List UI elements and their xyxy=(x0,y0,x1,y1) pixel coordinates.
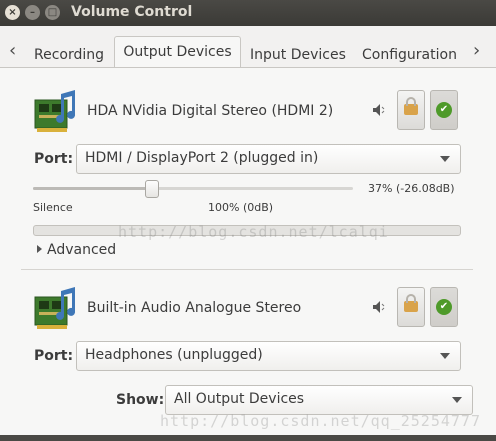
check-icon: ✔ xyxy=(436,102,452,118)
device-separator xyxy=(21,269,473,270)
speaker-icon xyxy=(373,104,385,116)
port-value: Headphones (unplugged) xyxy=(85,347,263,363)
chevron-down-icon xyxy=(440,156,450,162)
tab-input-devices[interactable]: Input Devices xyxy=(250,40,346,63)
silence-label: Silence xyxy=(33,201,73,214)
chevron-down-icon xyxy=(452,397,462,403)
check-icon: ✔ xyxy=(436,299,452,315)
expander-arrow-icon xyxy=(37,245,42,253)
window-maximize-button[interactable]: □ xyxy=(45,5,60,20)
port-value: HDMI / DisplayPort 2 (plugged in) xyxy=(85,150,319,166)
tab-configuration[interactable]: Configuration xyxy=(362,40,457,63)
volume-reference-label: 100% (0dB) xyxy=(208,201,274,214)
set-fallback-toggle[interactable]: ✔ xyxy=(430,90,458,130)
watermark: http://blog.csdn.net/qq_25254777 xyxy=(160,412,481,430)
lock-channels-toggle[interactable] xyxy=(397,287,425,327)
sound-card-icon xyxy=(34,90,76,132)
lock-icon xyxy=(404,97,418,115)
volume-slider-fill xyxy=(33,187,151,190)
device-name: HDA NVidia Digital Stereo (HDMI 2) xyxy=(87,103,334,119)
port-select[interactable]: HDMI / DisplayPort 2 (plugged in) xyxy=(76,144,461,174)
tab-bar: Recording Output Devices Input Devices C… xyxy=(0,36,496,68)
sound-card-icon xyxy=(34,287,76,329)
window-close-button[interactable]: × xyxy=(5,5,20,20)
port-label: Port: xyxy=(34,348,74,364)
show-label: Show: xyxy=(116,392,165,408)
tab-output-devices[interactable]: Output Devices xyxy=(114,36,241,67)
advanced-expander[interactable]: Advanced xyxy=(37,242,116,258)
window-minimize-button[interactable]: – xyxy=(25,5,40,20)
volume-slider-knob[interactable] xyxy=(145,180,159,198)
tab-recording[interactable]: Recording xyxy=(34,40,104,63)
lock-icon xyxy=(404,294,418,312)
watermark: http://blog.csdn.net/lcalqi xyxy=(118,223,389,241)
port-label: Port: xyxy=(34,151,74,167)
port-select[interactable]: Headphones (unplugged) xyxy=(76,341,461,371)
show-select[interactable]: All Output Devices xyxy=(165,385,473,415)
show-value: All Output Devices xyxy=(174,391,305,407)
speaker-icon xyxy=(373,301,385,313)
advanced-label: Advanced xyxy=(47,242,117,258)
window-titlebar: × – □ Volume Control xyxy=(0,0,496,26)
output-devices-panel: HDA NVidia Digital Stereo (HDMI 2) ✔ Por… xyxy=(0,68,496,441)
lock-channels-toggle[interactable] xyxy=(397,90,425,130)
device-name: Built-in Audio Analogue Stereo xyxy=(87,300,302,316)
volume-readout: 37% (-26.08dB) xyxy=(368,182,455,195)
chevron-down-icon xyxy=(440,353,450,359)
window-bottom-border xyxy=(0,435,496,441)
window-title: Volume Control xyxy=(71,4,193,20)
volume-slider[interactable] xyxy=(33,180,353,198)
set-fallback-toggle[interactable]: ✔ xyxy=(430,287,458,327)
